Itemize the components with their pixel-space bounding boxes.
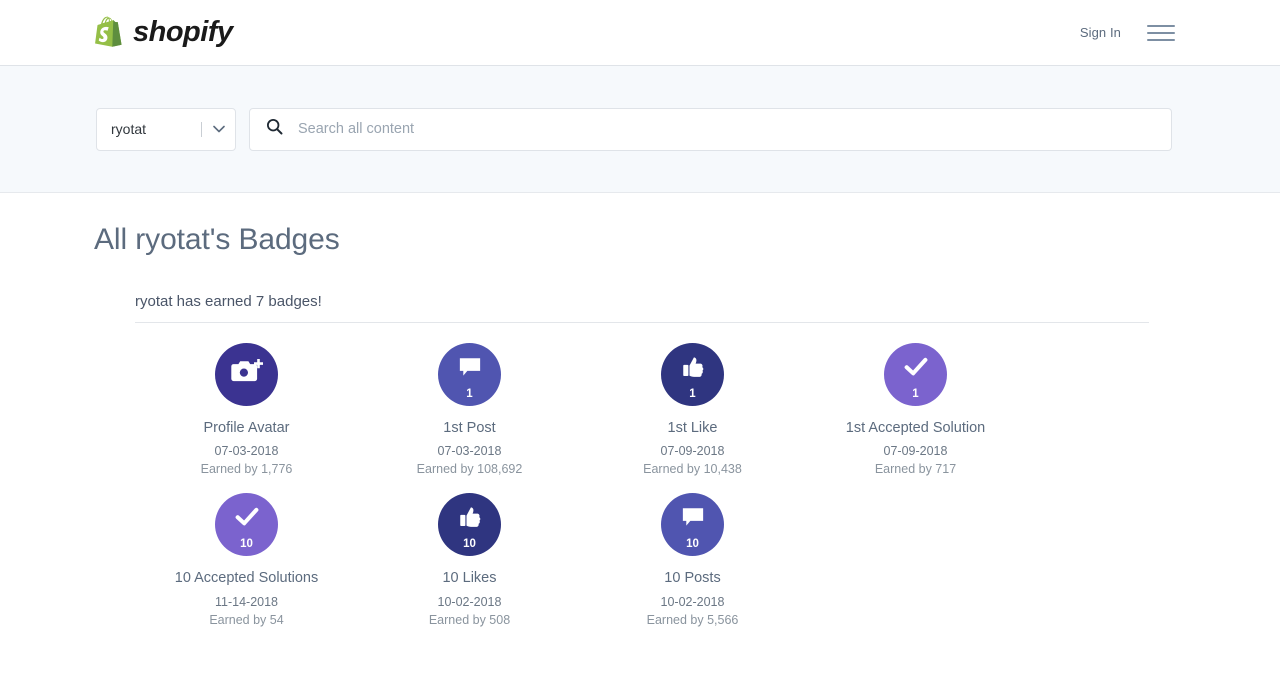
user-scope-dropdown[interactable]: ryotat (96, 107, 236, 151)
speech-bubble-icon (458, 357, 481, 383)
shopify-logo-link[interactable]: shopify (94, 16, 233, 50)
badge-grid: Profile Avatar 07-03-2018 Earned by 1,77… (135, 323, 1149, 644)
dropdown-separator (201, 121, 202, 137)
brand-wordmark: shopify (133, 16, 233, 48)
badge-name: 1st Post (443, 420, 496, 436)
hamburger-bar (1147, 31, 1175, 34)
camera-plus-icon (230, 358, 263, 391)
thumbs-up-icon (682, 357, 704, 383)
badge-card-2[interactable]: 1 1st Like 07-09-2018 Earned by 10,438 (581, 343, 804, 476)
badge-earned-by: Earned by 108,692 (416, 462, 523, 477)
badge-count: 10 (686, 537, 699, 550)
badge-count: 10 (463, 537, 476, 550)
badge-name: 10 Posts (664, 570, 721, 587)
speech-bubble-icon (681, 507, 704, 533)
badge-date: 07-03-2018 (437, 444, 502, 459)
badge-name: 1st Like (667, 420, 718, 436)
badge-earned-by: Earned by 717 (874, 462, 957, 477)
badge-circle: 1 (884, 343, 947, 406)
search-row: ryotat (96, 107, 1172, 151)
hamburger-bar (1147, 24, 1175, 27)
checkmark-icon (235, 508, 258, 532)
badge-date: 07-09-2018 (660, 444, 725, 459)
badge-count: 1 (689, 387, 696, 400)
main-content: All ryotat's Badges ryotat has earned 7 … (0, 193, 1280, 644)
badges-summary: ryotat has earned 7 badges! (135, 293, 1149, 323)
user-scope-value: ryotat (111, 121, 147, 137)
badge-card-5[interactable]: 10 10 Likes 10-02-2018 Earned by 508 (358, 493, 581, 627)
badge-earned-by: Earned by 1,776 (200, 462, 293, 477)
hamburger-bar (1147, 38, 1175, 41)
badge-card-1[interactable]: 1 1st Post 07-03-2018 Earned by 108,692 (358, 343, 581, 476)
badge-date: 10-02-2018 (660, 594, 725, 609)
badge-circle: 10 (661, 493, 724, 557)
badge-name: Profile Avatar (203, 420, 290, 436)
search-input[interactable] (296, 120, 1155, 138)
search-box[interactable] (249, 107, 1172, 151)
shopify-bag-logo-icon (94, 16, 124, 50)
badge-count: 1 (912, 387, 919, 400)
badge-earned-by: Earned by 5,566 (646, 612, 739, 627)
badge-circle: 1 (661, 343, 724, 406)
badge-earned-by: Earned by 54 (209, 612, 284, 627)
badge-circle (215, 343, 278, 406)
badge-earned-by: Earned by 508 (428, 612, 511, 627)
badge-card-0[interactable]: Profile Avatar 07-03-2018 Earned by 1,77… (135, 343, 358, 476)
sign-in-link[interactable]: Sign In (1080, 25, 1121, 40)
badge-date: 10-02-2018 (437, 594, 502, 609)
badge-circle: 10 (438, 493, 501, 557)
badge-card-3[interactable]: 1 1st Accepted Solution 07-09-2018 Earne… (804, 343, 1027, 476)
badge-date: 07-03-2018 (214, 444, 279, 459)
thumbs-up-icon (459, 507, 481, 533)
search-band: ryotat (0, 66, 1280, 193)
checkmark-icon (904, 357, 927, 381)
badge-name: 10 Accepted Solutions (174, 570, 319, 587)
badges-panel: ryotat has earned 7 badges! Profile Avat… (94, 293, 1149, 644)
badge-card-4[interactable]: 10 10 Accepted Solutions 11-14-2018 Earn… (135, 493, 358, 627)
search-icon (266, 118, 283, 140)
badge-name: 1st Accepted Solution (845, 420, 986, 436)
badge-date: 11-14-2018 (214, 594, 278, 609)
badge-earned-by: Earned by 10,438 (643, 462, 742, 477)
badge-date: 07-09-2018 (883, 444, 948, 459)
hamburger-menu-icon[interactable] (1147, 22, 1175, 44)
badge-count: 10 (240, 537, 253, 550)
badge-name: 10 Likes (442, 570, 497, 587)
badge-circle: 1 (438, 343, 501, 406)
page-title: All ryotat's Badges (94, 223, 340, 256)
site-header: shopify Sign In (0, 0, 1280, 66)
header-right-group: Sign In (1080, 22, 1280, 44)
badge-count: 1 (466, 387, 473, 400)
badge-card-6[interactable]: 10 10 Posts 10-02-2018 Earned by 5,566 (581, 493, 804, 627)
badge-circle: 10 (215, 493, 278, 557)
chevron-down-icon (213, 120, 225, 138)
